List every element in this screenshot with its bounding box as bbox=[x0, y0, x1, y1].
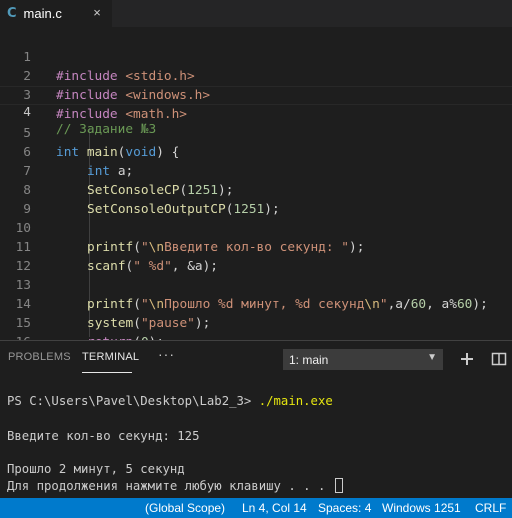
terminal-select[interactable]: 1: main ▼ bbox=[283, 349, 443, 370]
status-position[interactable]: Ln 4, Col 14 bbox=[242, 501, 307, 515]
status-encoding[interactable]: Windows 1251 bbox=[382, 501, 461, 515]
split-terminal-icon[interactable] bbox=[490, 350, 508, 368]
code-line: 2 #include <windows.h> bbox=[0, 48, 512, 103]
status-eol[interactable]: CRLF bbox=[475, 501, 506, 515]
status-bar: (Global Scope) Ln 4, Col 14 Spaces: 4 Wi… bbox=[0, 498, 512, 518]
code-line: 7 SetConsoleCP(1251); bbox=[0, 143, 512, 198]
code-line: 8 SetConsoleOutputCP(1251); bbox=[0, 162, 512, 217]
code-line: 6 int a; bbox=[0, 124, 512, 179]
more-actions-icon[interactable]: ··· bbox=[158, 346, 175, 362]
tab-problems[interactable]: PROBLEMS bbox=[8, 351, 71, 363]
active-tab-indicator bbox=[82, 372, 132, 373]
status-scope[interactable]: (Global Scope) bbox=[145, 501, 225, 515]
code-line-current: 4 // Задание №3 bbox=[0, 86, 512, 137]
code-line: 5 int main(void) { bbox=[0, 105, 512, 160]
status-indentation[interactable]: Spaces: 4 bbox=[318, 501, 371, 515]
code-line: 9 bbox=[0, 181, 512, 217]
close-icon[interactable]: × bbox=[90, 5, 104, 21]
code-editor[interactable]: 1 #include <stdio.h> 2 #include <windows… bbox=[0, 27, 512, 369]
tab-label: main.c bbox=[23, 6, 62, 21]
code-line: 10 printf("\nВведите кол-во секунд: "); bbox=[0, 200, 512, 255]
code-line: 1 #include <stdio.h> bbox=[0, 29, 512, 84]
c-file-icon: C bbox=[7, 6, 17, 21]
chevron-down-icon: ▼ bbox=[427, 352, 437, 363]
code-line: 11 scanf(" %d", &a); bbox=[0, 219, 512, 274]
code-line: 13 printf("\nПрошло %d минут, %d секунд\… bbox=[0, 257, 512, 312]
tab-bar: C main.c × bbox=[0, 0, 512, 27]
terminal-output: Прошло 2 минут, 5 секунд bbox=[7, 462, 185, 476]
code-line: 14 system("pause"); bbox=[0, 276, 512, 331]
terminal-output: Введите кол-во секунд: 125 bbox=[7, 429, 200, 443]
tab-main-c[interactable]: C main.c × bbox=[0, 0, 112, 27]
code-line: 3 #include <math.h> bbox=[0, 67, 512, 122]
code-line: 12 bbox=[0, 238, 512, 274]
add-terminal-icon[interactable] bbox=[458, 350, 476, 368]
terminal-cursor bbox=[334, 478, 343, 493]
terminal-prompt-line[interactable]: PS C:\Users\Pavel\Desktop\Lab2_3> ./main… bbox=[7, 393, 333, 409]
terminal-output: Для продолжения нажмите любую клавишу . … bbox=[7, 478, 343, 494]
tab-terminal[interactable]: TERMINAL bbox=[82, 351, 139, 363]
code-line: 16 } bbox=[0, 314, 512, 369]
terminal-command: ./main.exe bbox=[258, 394, 333, 408]
code-line: 15 return(0); bbox=[0, 295, 512, 350]
